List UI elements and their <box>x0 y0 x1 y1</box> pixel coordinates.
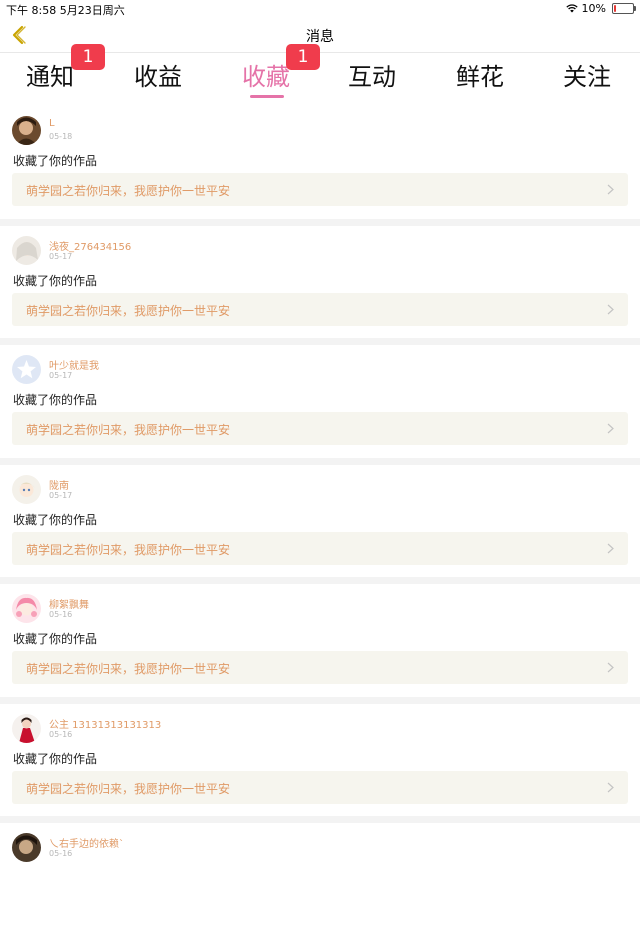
active-tab-indicator <box>250 95 284 98</box>
date: 05-17 <box>49 251 73 261</box>
list-item: 叶少就是我 05-17 收藏了你的作品 萌学园之若你归来，我愿护你一世平安 <box>0 345 640 465</box>
work-title: 萌学园之若你归来，我愿护你一世平安 <box>26 303 231 318</box>
avatar[interactable] <box>12 355 41 384</box>
work-link[interactable]: 萌学园之若你归来，我愿护你一世平安 <box>12 651 628 684</box>
action-text: 收藏了你的作品 <box>13 154 98 168</box>
chevron-right-icon <box>607 304 614 314</box>
chevron-right-icon <box>607 423 614 434</box>
status-right: 10% <box>565 2 636 15</box>
work-link[interactable]: 萌学园之若你归来，我愿护你一世平安 <box>12 531 628 565</box>
work-title: 萌学园之若你归来，我愿护你一世平安 <box>26 184 231 198</box>
date: 05-17 <box>49 371 73 380</box>
notifications-badge: 1 <box>71 44 105 70</box>
battery-icon <box>612 3 636 14</box>
divider <box>0 338 640 345</box>
tab-notifications[interactable]: 通知 <box>26 57 74 92</box>
chevron-right-icon <box>607 782 614 792</box>
chevron-right-icon <box>607 184 614 195</box>
date: 05-17 <box>49 490 73 500</box>
username[interactable]: 公主 13131313131313 <box>49 716 161 731</box>
favorites-badge: 1 <box>286 44 320 70</box>
work-link[interactable]: 萌学园之若你归来，我愿护你一世平安 <box>12 173 628 206</box>
avatar[interactable] <box>12 833 41 862</box>
page-title: 消息 <box>306 29 334 45</box>
work-link[interactable]: 萌学园之若你归来，我愿护你一世平安 <box>12 412 628 445</box>
username[interactable]: 叶少就是我 <box>49 357 99 372</box>
avatar[interactable] <box>12 235 41 265</box>
list-item: 乀右手边的依赖ˋ 05-16 <box>0 823 640 943</box>
list-item: 柳絮飘舞 05-16 收藏了你的作品 萌学园之若你归来，我愿护你一世平安 <box>0 584 640 704</box>
avatar[interactable] <box>12 594 41 623</box>
avatar[interactable] <box>12 713 41 743</box>
username[interactable]: 陇南 <box>49 477 69 492</box>
divider <box>0 218 640 226</box>
username[interactable]: 浅夜_276434156 <box>49 238 131 253</box>
work-title: 萌学园之若你归来，我愿护你一世平安 <box>26 662 231 676</box>
tab-favorites[interactable]: 收藏 <box>242 57 290 92</box>
work-title: 萌学园之若你归来，我愿护你一世平安 <box>26 781 231 796</box>
list-item: L 05-18 收藏了你的作品 萌学园之若你归来，我愿护你一世平安 <box>0 106 640 226</box>
work-link[interactable]: 萌学园之若你归来，我愿护你一世平安 <box>12 770 628 804</box>
username[interactable]: 柳絮飘舞 <box>49 596 89 611</box>
chevron-right-icon <box>607 543 614 553</box>
divider <box>0 696 640 704</box>
divider <box>0 816 640 823</box>
work-title: 萌学园之若你归来，我愿护你一世平安 <box>26 423 231 437</box>
date: 05-18 <box>49 132 73 141</box>
list-item: 浅夜_276434156 05-17 收藏了你的作品 萌学园之若你归来，我愿护你… <box>0 225 640 345</box>
tab-earnings[interactable]: 收益 <box>134 57 182 92</box>
tab-flowers[interactable]: 鲜花 <box>456 57 504 92</box>
username[interactable]: L <box>49 118 55 129</box>
list-item: 公主 13131313131313 05-16 收藏了你的作品 萌学园之若你归来… <box>0 703 640 823</box>
username[interactable]: 乀右手边的依赖ˋ <box>49 835 124 850</box>
action-text: 收藏了你的作品 <box>13 751 98 766</box>
chevron-right-icon <box>607 662 614 673</box>
tab-follows[interactable]: 关注 <box>563 57 611 92</box>
status-bar: 下午 8:58 5月23日周六 10% <box>0 0 640 18</box>
date: 05-16 <box>49 849 73 858</box>
avatar[interactable] <box>12 116 41 145</box>
date: 05-16 <box>49 610 73 619</box>
battery-percent: 10% <box>581 2 606 15</box>
favorites-feed: L 05-18 收藏了你的作品 萌学园之若你归来，我愿护你一世平安 浅夜_276… <box>0 106 640 943</box>
date: 05-16 <box>49 729 73 739</box>
work-link[interactable]: 萌学园之若你归来，我愿护你一世平安 <box>12 292 628 326</box>
action-text: 收藏了你的作品 <box>13 273 98 288</box>
divider <box>0 577 640 584</box>
avatar[interactable] <box>12 474 41 504</box>
wifi-icon <box>565 4 578 13</box>
list-item: 陇南 05-17 收藏了你的作品 萌学园之若你归来，我愿护你一世平安 <box>0 464 640 584</box>
work-title: 萌学园之若你归来，我愿护你一世平安 <box>26 542 231 557</box>
battery-fill <box>614 5 616 12</box>
divider <box>0 457 640 465</box>
action-text: 收藏了你的作品 <box>13 393 98 407</box>
status-time: 下午 8:58 5月23日周六 <box>6 4 125 17</box>
action-text: 收藏了你的作品 <box>13 512 98 527</box>
tab-interactions[interactable]: 互动 <box>348 57 396 92</box>
action-text: 收藏了你的作品 <box>13 632 98 646</box>
